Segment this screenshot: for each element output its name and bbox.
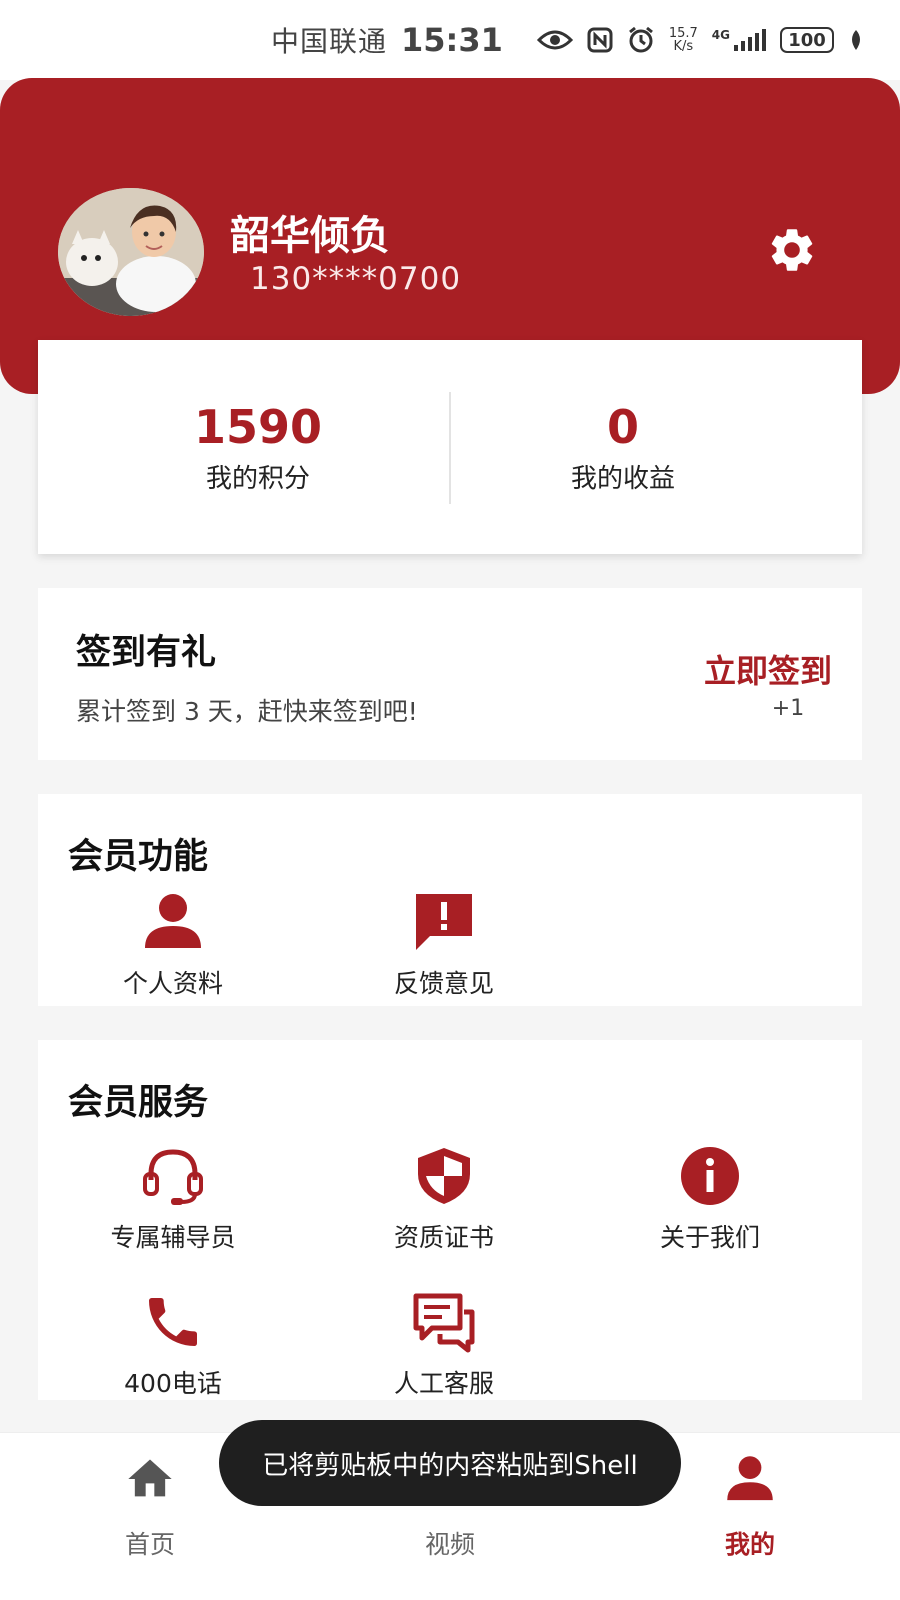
shield-icon (418, 1148, 470, 1204)
leaf-icon (848, 29, 864, 51)
feedback-item[interactable]: 反馈意见 (354, 890, 534, 1000)
network-speed: 15.7 K/s (669, 27, 698, 53)
hotline-label: 400电话 (124, 1369, 222, 1398)
stats-card: 1590 我的积分 0 我的收益 (38, 340, 862, 554)
profile-info-item[interactable]: 个人资料 (83, 890, 263, 1000)
user-phone: 130****0700 (250, 261, 462, 297)
person-icon (727, 1456, 773, 1501)
customer-service-item[interactable]: 人工客服 (354, 1290, 534, 1400)
points-label: 我的积分 (205, 464, 310, 494)
certificate-item[interactable]: 资质证书 (354, 1144, 534, 1254)
about-us-label: 关于我们 (659, 1223, 760, 1252)
headset-icon (143, 1149, 203, 1205)
nfc-icon (587, 27, 613, 53)
nav-home-label: 首页 (124, 1530, 175, 1559)
alarm-icon (627, 26, 655, 54)
network-speed-unit: K/s (673, 39, 694, 54)
hotline-item[interactable]: 400电话 (83, 1290, 263, 1400)
member-services-title: 会员服务 (68, 1083, 209, 1123)
gear-icon (771, 229, 813, 271)
checkin-description: 累计签到 3 天，赶快来签到吧! (76, 697, 418, 726)
phone-icon (149, 1298, 197, 1346)
certificate-label: 资质证书 (393, 1223, 494, 1252)
checkin-button[interactable]: 立即签到 (704, 646, 832, 692)
profile-info-label: 个人资料 (122, 969, 223, 998)
checkin-card: 签到有礼 累计签到 3 天，赶快来签到吧! 立即签到 +1 (38, 588, 862, 760)
settings-button[interactable] (766, 224, 818, 276)
feedback-label: 反馈意见 (393, 969, 494, 998)
counselor-item[interactable]: 专属辅导员 (83, 1144, 263, 1254)
home-icon (128, 1459, 172, 1497)
counselor-label: 专属辅导员 (110, 1223, 236, 1252)
about-us-item[interactable]: 关于我们 (620, 1144, 800, 1254)
toast-message: 已将剪贴板中的内容粘贴到Shell (219, 1420, 681, 1506)
customer-service-label: 人工客服 (393, 1369, 494, 1398)
signal-icon: 4G (712, 28, 766, 52)
member-functions-card: 会员功能 个人资料 反馈意见 (38, 794, 862, 1006)
avatar[interactable] (58, 188, 204, 316)
info-icon (681, 1147, 739, 1205)
earnings-value: 0 (606, 400, 639, 454)
points-stat[interactable]: 1590 我的积分 (53, 400, 463, 495)
user-name: 韶华倾负 (230, 213, 390, 259)
person-icon (145, 894, 201, 948)
points-value: 1590 (193, 400, 323, 454)
nav-home[interactable]: 首页 (70, 1453, 230, 1561)
member-functions-title: 会员功能 (68, 837, 209, 877)
feedback-icon (416, 894, 472, 950)
checkin-bonus: +1 (771, 696, 805, 721)
battery-indicator: 100 (780, 27, 834, 53)
earnings-label: 我的收益 (570, 464, 675, 494)
network-type: 4G (711, 28, 730, 42)
carrier-name: 中国联通 (270, 25, 387, 58)
status-bar: 中国联通 15:31 15.7 K/s 4G 100 (0, 0, 900, 80)
checkin-title: 签到有礼 (76, 633, 217, 673)
member-services-card: 会员服务 专属辅导员 资质证书 关于我们 400电话 人工客服 (38, 1040, 862, 1400)
earnings-stat[interactable]: 0 我的收益 (418, 400, 828, 495)
nav-video-label: 视频 (424, 1530, 475, 1559)
nav-mine[interactable]: 我的 (670, 1453, 830, 1561)
status-time: 15:31 (400, 21, 503, 59)
chat-icon (413, 1293, 475, 1353)
nav-mine-label: 我的 (724, 1530, 775, 1559)
eye-icon (536, 28, 573, 52)
